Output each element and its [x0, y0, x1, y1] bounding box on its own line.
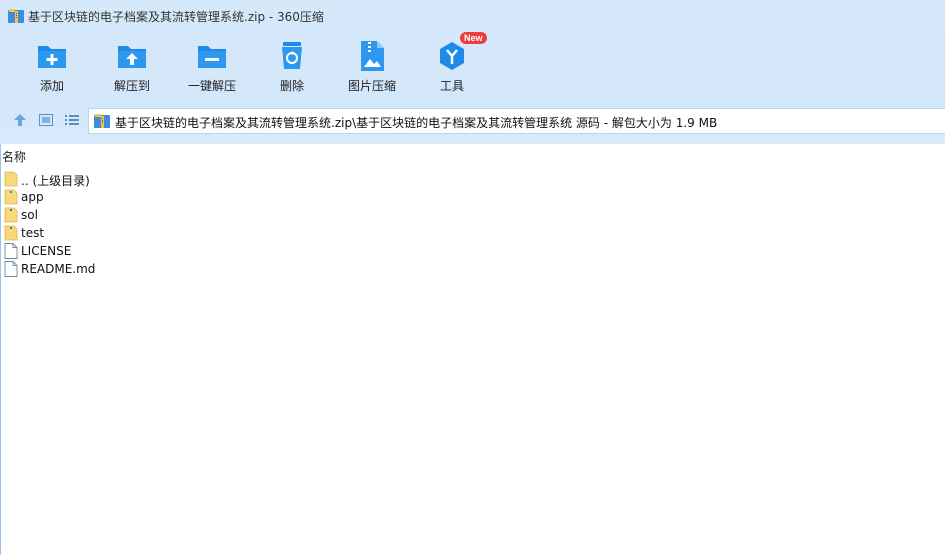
recycle-bin-icon — [282, 42, 302, 69]
new-badge: New — [460, 32, 487, 44]
list-item-name: README.md — [21, 262, 96, 276]
list-item-name: .. (上级目录) — [21, 174, 90, 188]
tools-button[interactable]: New 工具 — [417, 32, 487, 98]
address-bar[interactable]: 基于区块链的电子档案及其流转管理系统.zip\基于区块链的电子档案及其流转管理系… — [88, 108, 945, 134]
one-click-extract-button[interactable]: 一键解压 — [177, 38, 247, 98]
list-item-name: test — [21, 226, 45, 240]
one-click-extract-label: 一键解压 — [187, 79, 236, 93]
add-folder-icon — [38, 46, 66, 68]
top-chrome: 基于区块链的电子档案及其流转管理系统.zip - 360压缩 添加 解压到 一键… — [0, 0, 945, 144]
up-arrow-icon[interactable] — [12, 112, 28, 128]
folder-icon — [4, 171, 18, 187]
add-label: 添加 — [39, 79, 64, 93]
list-view-icon[interactable] — [64, 112, 80, 128]
folder-icon — [4, 207, 18, 223]
extract-to-label: 解压到 — [113, 79, 150, 93]
file-icon — [4, 261, 18, 277]
name-column-header[interactable]: 名称 — [2, 148, 26, 165]
delete-button[interactable]: 删除 — [257, 38, 327, 98]
add-button[interactable]: 添加 — [17, 38, 87, 98]
image-compress-icon — [361, 41, 384, 71]
list-item-name: sol — [21, 208, 38, 222]
tools-label: 工具 — [439, 79, 464, 93]
extract-to-icon — [118, 46, 146, 68]
list-item-name: app — [21, 190, 44, 204]
navigation-row: 基于区块链的电子档案及其流转管理系统.zip\基于区块链的电子档案及其流转管理系… — [0, 106, 945, 136]
extract-to-button[interactable]: 解压到 — [97, 38, 167, 98]
zip-file-icon — [94, 114, 110, 128]
tools-icon — [440, 42, 464, 70]
file-icon — [4, 243, 18, 259]
window-title: 基于区块链的电子档案及其流转管理系统.zip - 360压缩 — [28, 10, 324, 24]
folder-icon — [4, 225, 18, 241]
zip-app-icon — [8, 9, 24, 23]
folder-icon — [4, 189, 18, 205]
list-item-name: LICENSE — [21, 244, 72, 258]
title-bar: 基于区块链的电子档案及其流转管理系统.zip - 360压缩 — [0, 0, 945, 32]
archive-path: 基于区块链的电子档案及其流转管理系统.zip\基于区块链的电子档案及其流转管理系… — [115, 116, 718, 130]
image-compress-label: 图片压缩 — [347, 79, 396, 93]
one-click-extract-icon — [198, 46, 226, 68]
delete-label: 删除 — [279, 79, 304, 93]
thumbnail-view-icon[interactable] — [38, 112, 54, 128]
file-list-pane: 名称 .. (上级目录) app sol test LICENSE README… — [0, 144, 945, 555]
image-compress-button[interactable]: 图片压缩 — [337, 38, 407, 98]
